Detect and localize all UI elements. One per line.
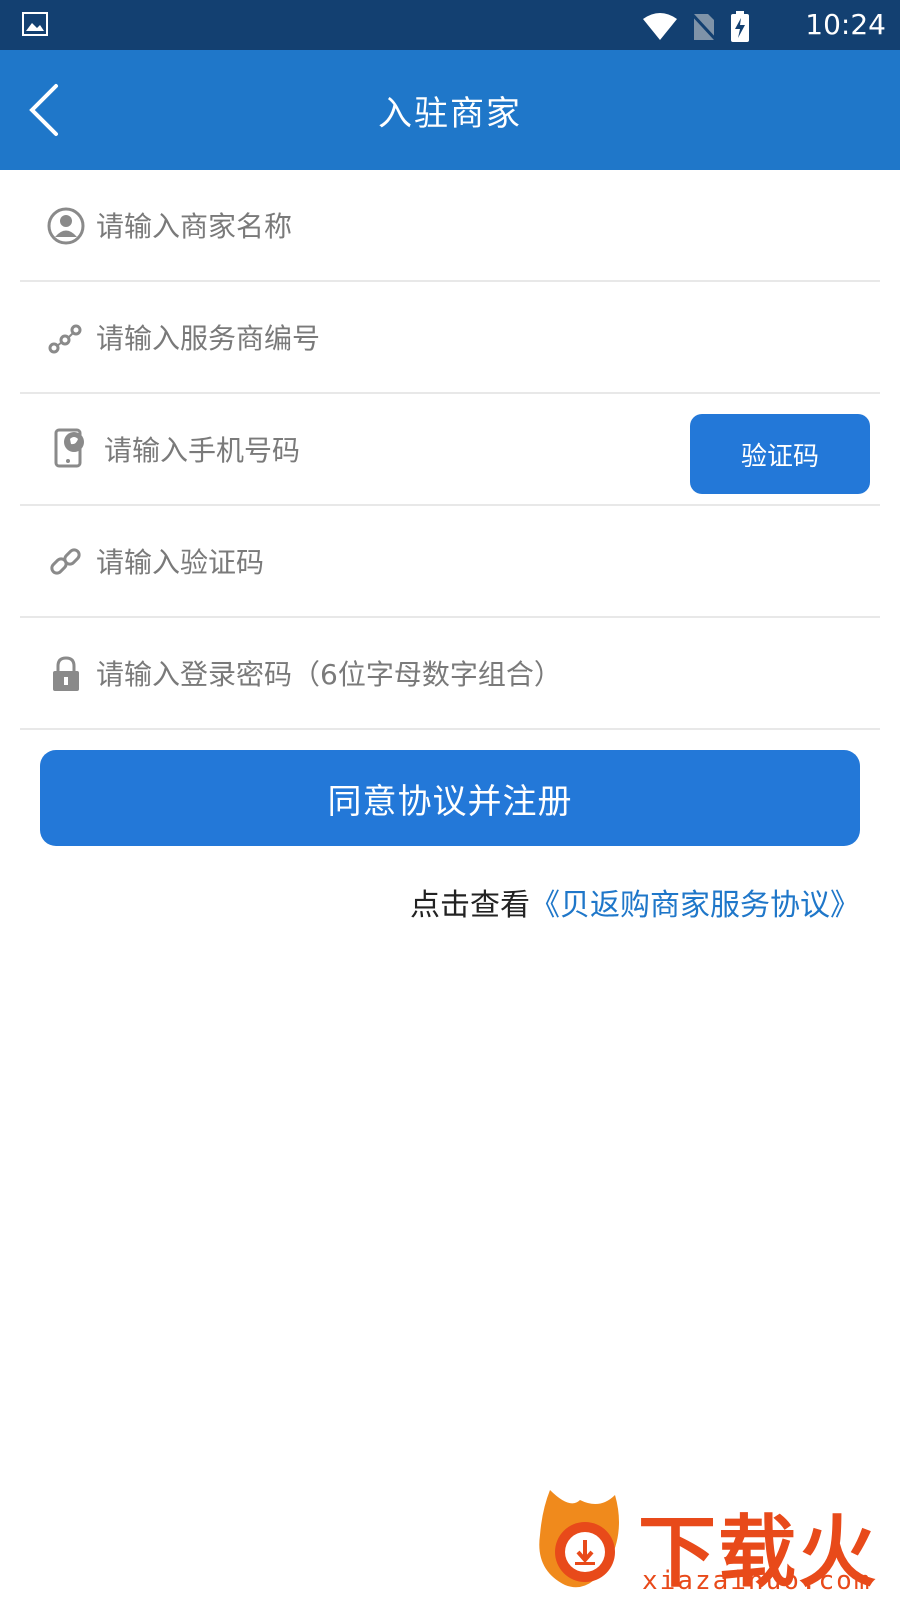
battery-charging-icon [730, 11, 750, 47]
wifi-icon [642, 13, 678, 45]
page-title: 入驻商家 [0, 86, 900, 135]
agreement-link[interactable]: 《贝返购商家服务协议》 [530, 888, 860, 923]
lock-icon [46, 654, 86, 694]
status-bar: 10:24 [0, 0, 900, 50]
phone-icon [50, 426, 90, 466]
password-row [20, 618, 880, 730]
phone-row: 验证码 [20, 394, 880, 506]
verify-code-input[interactable] [96, 532, 860, 592]
get-code-button[interactable]: 验证码 [690, 414, 870, 494]
watermark-en: xiazaihuo.com [642, 1566, 872, 1596]
provider-id-input[interactable] [96, 308, 860, 368]
watermark-logo: 下载火 xiazaihuo.com [530, 1480, 890, 1600]
user-circle-icon [46, 206, 86, 246]
phone-input[interactable] [104, 420, 680, 480]
link-icon [46, 542, 86, 582]
flame-logo-icon [530, 1480, 640, 1600]
agreement-prefix: 点击查看 [410, 888, 530, 923]
network-icon [46, 318, 86, 358]
agreement-text: 点击查看《贝返购商家服务协议》 [410, 880, 860, 924]
verify-code-row [20, 506, 880, 618]
password-input[interactable] [96, 644, 860, 704]
merchant-registration-form: 验证码 [20, 170, 880, 730]
no-sim-icon [692, 12, 716, 46]
register-button[interactable]: 同意协议并注册 [40, 750, 860, 846]
provider-id-row [20, 282, 880, 394]
app-bar: 入驻商家 [0, 50, 900, 170]
image-icon [22, 12, 48, 40]
merchant-name-input[interactable] [96, 196, 860, 256]
status-time: 10:24 [805, 8, 886, 41]
merchant-name-row [20, 170, 880, 282]
